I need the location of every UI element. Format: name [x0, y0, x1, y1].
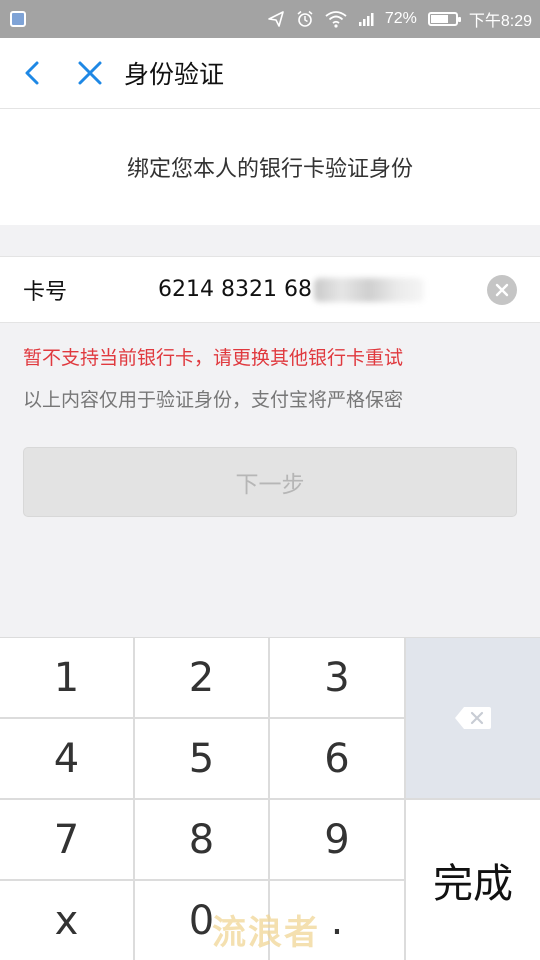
clock: 下午8:29	[468, 13, 532, 30]
key-8[interactable]: 8	[135, 800, 268, 879]
key-5[interactable]: 5	[135, 719, 268, 798]
key-3[interactable]: 3	[270, 638, 404, 717]
page-title: 身份验证	[124, 60, 225, 89]
key-9[interactable]: 9	[270, 800, 404, 879]
clear-icon	[495, 283, 509, 297]
next-step-button[interactable]: 下一步	[23, 447, 517, 517]
app-notification-icon	[10, 11, 26, 27]
navigation-bar: 身份验证	[0, 38, 540, 109]
status-bar: 72% 下午8:29	[0, 0, 540, 38]
key-x[interactable]: x	[0, 881, 133, 960]
masked-digits	[313, 277, 424, 302]
privacy-notice: 以上内容仅用于验证身份，支付宝将严格保密	[23, 389, 404, 411]
backspace-icon	[455, 707, 491, 729]
battery-percent: 72%	[384, 10, 417, 27]
send-icon	[267, 10, 285, 28]
chevron-left-icon	[25, 61, 39, 85]
key-4[interactable]: 4	[0, 719, 133, 798]
header-panel: 绑定您本人的银行卡验证身份	[0, 109, 540, 225]
key-6[interactable]: 6	[270, 719, 404, 798]
card-number-field[interactable]: 卡号 6214 8321 68	[0, 256, 540, 323]
key-0[interactable]: 0	[135, 881, 268, 960]
close-icon	[78, 61, 102, 85]
done-key[interactable]: 完成	[406, 800, 540, 960]
numeric-keypad: 1 2 3 4 5 6 7 8 9 x 0 . 完成	[0, 637, 540, 960]
key-dot[interactable]: .	[270, 881, 404, 960]
delete-key[interactable]	[406, 638, 540, 798]
clear-input-button[interactable]	[487, 275, 517, 305]
wifi-icon	[325, 10, 347, 28]
key-7[interactable]: 7	[0, 800, 133, 879]
back-button[interactable]	[9, 49, 57, 97]
card-number-label: 卡号	[23, 279, 68, 305]
signal-icon	[358, 11, 374, 27]
key-1[interactable]: 1	[0, 638, 133, 717]
key-2[interactable]: 2	[135, 638, 268, 717]
battery-icon	[427, 12, 461, 26]
header-text: 绑定您本人的银行卡验证身份	[126, 157, 413, 182]
error-message: 暂不支持当前银行卡，请更换其他银行卡重试	[23, 347, 404, 369]
card-number-input[interactable]: 6214 8321 68	[158, 277, 424, 302]
card-number-value: 6214 8321 68	[158, 277, 312, 302]
alarm-icon	[296, 10, 314, 28]
close-button[interactable]	[66, 49, 114, 97]
